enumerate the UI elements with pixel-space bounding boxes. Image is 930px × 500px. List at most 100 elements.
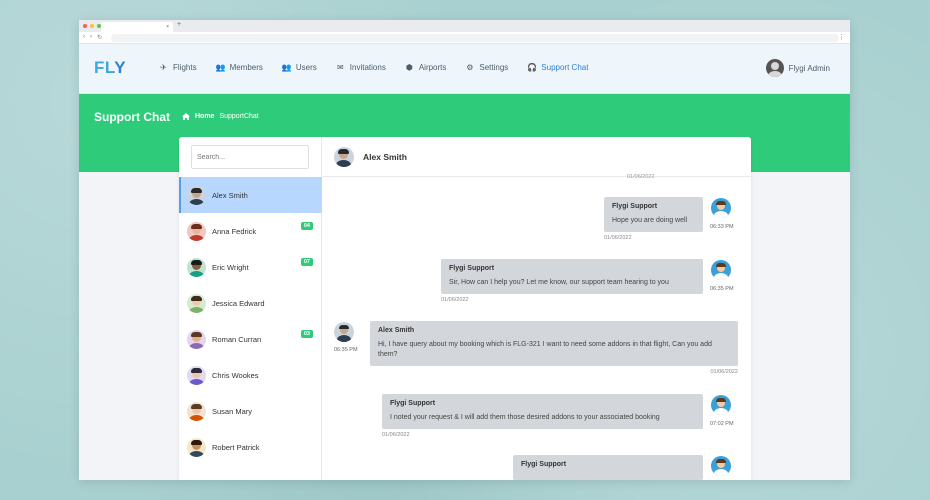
chat-header-name: Alex Smith [363,151,407,162]
chat-header: Alex Smith [322,137,751,177]
contact-avatar [187,185,206,205]
url-input[interactable] [111,34,839,42]
message-time: 06:35 PM [334,347,358,353]
contact-item[interactable]: Robert Patrick [179,429,322,465]
user-menu[interactable]: Flygi Admin [765,59,830,77]
contact-item[interactable]: Anna Fedrick 04 [179,213,322,249]
contact-item[interactable]: Roman Curran 03 [179,321,322,357]
chat-message: Flygi Support Hope you are doing well 01/0… [604,197,703,241]
unread-badge: 03 [300,330,313,338]
nav-item-airports[interactable]: ⬢ Airports [405,63,447,72]
nav-item-support-chat[interactable]: 🎧 Support Chat [527,63,588,72]
new-tab-button[interactable]: + [177,21,181,28]
browser-window: × + ‹ › ↻ ⋮ FLY ✈ Flights 👥 Members 👥 Users ✉ I… [79,20,850,480]
gear-icon: ⚙ [466,63,474,72]
contact-name: Anna Fedrick [212,226,257,236]
contact-search-input[interactable] [191,145,309,169]
breadcrumb-current: SupportChat [219,113,259,120]
back-icon[interactable]: ‹ [83,34,85,41]
chat-panel: Alex Smith 01/06/2022 Flygi Support Hope … [322,137,751,480]
address-bar-row: ‹ › ↻ ⋮ [79,32,850,44]
message-text: Hi, I have query about my booking which … [378,341,712,359]
message-bubble: Flygi Support Sir, How can I help you? Le… [441,259,703,295]
contact-avatar [187,401,206,421]
contact-avatar [187,329,206,349]
nav-item-label: Invitations [349,63,386,72]
chat-message: Flygi Support I noted your request & I wi… [382,394,703,438]
contact-avatar [187,293,206,313]
chat-message: Alex Smith Hi, I have query about my book… [370,321,738,375]
support-agent-avatar [711,260,731,280]
contact-item[interactable]: Chris Wookes [179,357,322,393]
browser-menu-icon[interactable]: ⋮ [838,33,845,41]
message-date: 01/06/2022 [710,369,738,376]
chat-card: Alex Smith Anna Fedrick 04 Eric Wright 07 Jes… [179,137,751,480]
top-navbar: FLY ✈ Flights 👥 Members 👥 Users ✉ Invitations ⬢ A… [79,44,850,94]
envelope-icon: ✉ [336,63,344,72]
close-window-dot[interactable] [83,24,87,28]
message-date: 01/06/2022 [627,174,655,180]
airplane-icon: ✈ [160,63,167,72]
chat-header-avatar [334,146,354,167]
message-bubble: Alex Smith Hi, I have query about my book… [370,321,738,367]
message-date: 01/06/2022 [441,297,469,304]
contact-item[interactable]: Jessica Edward [179,285,322,321]
message-sender: Flygi Support [612,203,658,210]
message-bubble: Flygi Support [513,455,703,480]
nav-item-label: Members [229,63,263,72]
nav-item-label: Support Chat [541,63,589,72]
contact-avatar [187,437,206,457]
contact-item[interactable]: Susan Mary [179,393,322,429]
breadcrumb-home[interactable]: Home [195,113,214,120]
message-sender: Flygi Support [449,265,495,272]
logo-text: FL [94,58,115,77]
nav-item-invitations[interactable]: ✉ Invitations [336,63,386,72]
reload-icon[interactable]: ↻ [97,34,102,41]
message-sender: Alex Smith [378,327,415,334]
members-icon: 👥 [215,63,226,72]
page-title: Support Chat [94,110,170,124]
nav-item-settings[interactable]: ⚙ Settings [465,63,508,72]
logo-text-accent: Y [114,58,127,77]
nav-item-label: Users [295,63,317,72]
support-agent-avatar [711,198,731,218]
minimize-window-dot[interactable] [90,24,94,28]
browser-tab[interactable]: × [101,22,173,32]
chat-message: Flygi Support Sir, How can I help you? Le… [441,259,703,303]
support-agent-avatar [711,456,731,476]
contact-avatar [187,365,206,385]
users-icon: 👥 [281,63,292,72]
tab-close-icon[interactable]: × [166,24,169,30]
contact-name: Eric Wright [212,262,249,272]
fly-logo[interactable]: FLY [94,58,126,78]
browser-tab-bar: × + [79,20,850,32]
contact-name: Chris Wookes [212,370,259,380]
user-avatar[interactable] [765,59,784,77]
home-icon [182,113,190,120]
user-name: Flygi Admin [788,63,830,73]
window-controls [83,24,101,28]
message-date: 01/06/2022 [382,432,410,439]
contact-item[interactable]: Alex Smith [179,177,322,213]
breadcrumb: Home SupportChat [182,113,259,120]
contact-item[interactable]: Eric Wright 07 [179,249,322,285]
chat-message: Flygi Support [513,455,703,480]
nav-item-users[interactable]: 👥 Users [282,63,317,72]
message-bubble: Flygi Support Hope you are doing well [604,197,703,233]
contact-name: Robert Patrick [212,442,260,452]
contact-list: Alex Smith Anna Fedrick 04 Eric Wright 07 Jes… [179,177,322,465]
message-time: 06:35 PM [710,286,734,292]
nav-item-flights[interactable]: ✈ Flights [159,63,196,72]
message-text: Hope you are doing well [612,217,688,224]
message-text: Sir, How can I help you? Let me know, ou… [449,279,669,286]
message-time: 06:33 PM [710,224,734,230]
contacts-sidebar: Alex Smith Anna Fedrick 04 Eric Wright 07 Jes… [179,137,322,480]
contact-name: Alex Smith [212,190,248,200]
contact-avatar [187,221,206,241]
forward-icon[interactable]: › [90,34,92,41]
message-text: I noted your request & I will add them t… [390,414,660,421]
contact-name: Susan Mary [212,406,253,416]
support-agent-avatar [711,395,731,415]
nav-item-members[interactable]: 👥 Members [216,63,263,72]
message-sender: Flygi Support [521,461,567,468]
